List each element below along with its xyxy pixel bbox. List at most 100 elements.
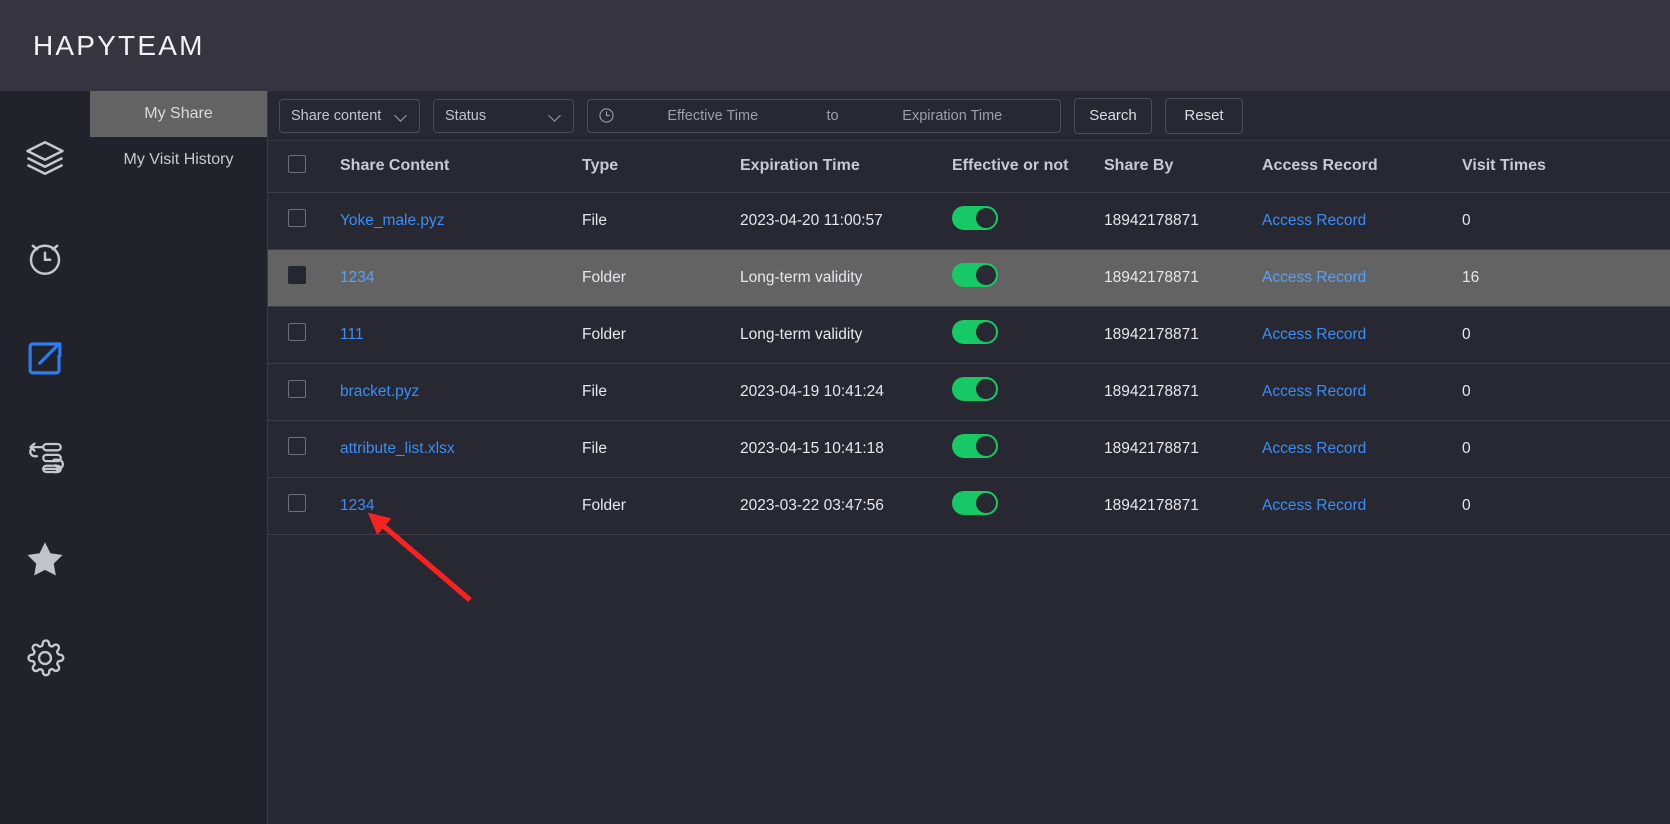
effective-toggle[interactable]: [952, 263, 998, 287]
cell-type: File: [582, 211, 607, 229]
cell-expiration-time: Long-term validity: [740, 268, 863, 286]
share-content-select-label: Share content: [291, 107, 382, 124]
row-select-cell: [268, 249, 340, 306]
expiration-time-input[interactable]: [854, 107, 1050, 124]
toggle-knob: [976, 208, 996, 228]
share-content-link[interactable]: 1234: [340, 497, 374, 514]
row-checkbox[interactable]: [288, 494, 306, 512]
access-record-link[interactable]: Access Record: [1262, 440, 1366, 457]
effective-toggle[interactable]: [952, 377, 998, 401]
table-header-row: Share Content Type Expiration Time Effec…: [268, 141, 1670, 193]
row-checkbox[interactable]: [288, 380, 306, 398]
nav-item-my-visit-history-label: My Visit History: [123, 151, 234, 168]
cell-effective-or-not: [952, 192, 1104, 249]
cell-expiration-time: Long-term validity: [740, 325, 863, 343]
access-record-link[interactable]: Access Record: [1262, 497, 1366, 514]
transfer-icon: [24, 437, 66, 479]
rail-item-share[interactable]: [0, 308, 90, 408]
toggle-knob: [976, 493, 996, 513]
rail-item-layers[interactable]: [0, 108, 90, 208]
cell-share-content: attribute_list.xlsx: [340, 420, 582, 477]
effective-toggle[interactable]: [952, 491, 998, 515]
cell-effective-or-not: [952, 249, 1104, 306]
row-select-cell: [268, 306, 340, 363]
cell-effective-or-not: [952, 420, 1104, 477]
nav-item-my-share[interactable]: My Share: [90, 91, 267, 137]
icon-rail: [0, 91, 90, 824]
alarm-clock-icon: [24, 237, 66, 279]
table-row[interactable]: 111 Folder Long-term validity 18942178871 Ac…: [268, 306, 1670, 363]
cell-access-record: Access Record: [1262, 192, 1462, 249]
share-table-head: Share Content Type Expiration Time Effec…: [268, 141, 1670, 193]
cell-visit-times: 0: [1462, 439, 1471, 457]
column-header-access-record: Access Record: [1262, 141, 1462, 193]
nav-item-my-visit-history[interactable]: My Visit History: [90, 137, 267, 183]
app-body: My Share My Visit History Share content …: [0, 91, 1670, 824]
access-record-link[interactable]: Access Record: [1262, 326, 1366, 343]
share-table-container: Share Content Type Expiration Time Effec…: [268, 141, 1670, 824]
share-content-link[interactable]: Yoke_male.pyz: [340, 212, 445, 229]
row-checkbox[interactable]: [288, 323, 306, 341]
effective-time-input[interactable]: [615, 107, 811, 124]
gear-icon: [24, 637, 66, 679]
main-panel: Share content Status to: [268, 91, 1670, 824]
table-row[interactable]: bracket.pyz File 2023-04-19 10:41:24 189421…: [268, 363, 1670, 420]
date-range-separator: to: [826, 107, 839, 124]
cell-share-content: 111: [340, 306, 582, 363]
share-content-link[interactable]: 1234: [340, 269, 374, 286]
table-row[interactable]: 1234 Folder 2023-03-22 03:47:56 18942178871…: [268, 477, 1670, 534]
effective-toggle[interactable]: [952, 434, 998, 458]
search-button[interactable]: Search: [1074, 97, 1152, 134]
effective-toggle[interactable]: [952, 206, 998, 230]
table-row[interactable]: 1234 Folder Long-term validity 18942178871 A…: [268, 249, 1670, 306]
row-select-cell: [268, 363, 340, 420]
select-all-header: [268, 141, 340, 193]
app-header: HAPYTEAM: [0, 0, 1670, 91]
column-header-expiration-time: Expiration Time: [740, 141, 952, 193]
app-root: HAPYTEAM My Share My Visit History Share…: [0, 0, 1670, 824]
rail-item-favorites[interactable]: [0, 508, 90, 608]
rail-item-recent[interactable]: [0, 208, 90, 308]
row-select-cell: [268, 420, 340, 477]
cell-expiration-time: 2023-04-20 11:00:57: [740, 211, 883, 229]
rail-item-settings[interactable]: [0, 608, 90, 708]
layers-icon: [24, 137, 66, 179]
date-range-picker[interactable]: to: [587, 98, 1061, 133]
share-table: Share Content Type Expiration Time Effec…: [268, 141, 1670, 535]
toggle-knob: [976, 265, 996, 285]
cell-type: Folder: [582, 268, 626, 286]
access-record-link[interactable]: Access Record: [1262, 383, 1366, 400]
share-table-body: Yoke_male.pyz File 2023-04-20 11:00:57 1894…: [268, 192, 1670, 534]
cell-type: File: [582, 382, 607, 400]
cell-share-content: Yoke_male.pyz: [340, 192, 582, 249]
status-select-label: Status: [445, 107, 487, 124]
share-content-link[interactable]: 111: [340, 326, 364, 343]
status-select[interactable]: Status: [433, 98, 574, 133]
row-checkbox[interactable]: [288, 266, 306, 284]
share-content-link[interactable]: bracket.pyz: [340, 383, 419, 400]
secondary-nav: My Share My Visit History: [90, 91, 268, 824]
cell-visit-times: 16: [1462, 268, 1480, 286]
cell-visit-times: 0: [1462, 211, 1471, 229]
reset-button[interactable]: Reset: [1165, 97, 1243, 134]
rail-item-transfer[interactable]: [0, 408, 90, 508]
cell-expiration-time: 2023-03-22 03:47:56: [740, 496, 884, 514]
table-row[interactable]: attribute_list.xlsx File 2023-04-15 10:41:…: [268, 420, 1670, 477]
cell-share-content: 1234: [340, 477, 582, 534]
clock-icon: [598, 107, 615, 124]
column-header-type: Type: [582, 141, 740, 193]
effective-toggle[interactable]: [952, 320, 998, 344]
cell-share-by: 18942178871: [1104, 439, 1199, 457]
toggle-knob: [976, 322, 996, 342]
cell-visit-times: 0: [1462, 325, 1471, 343]
share-content-select[interactable]: Share content: [279, 98, 420, 133]
cell-effective-or-not: [952, 477, 1104, 534]
select-all-checkbox[interactable]: [288, 154, 306, 173]
row-checkbox[interactable]: [288, 209, 306, 227]
table-row[interactable]: Yoke_male.pyz File 2023-04-20 11:00:57 1894…: [268, 192, 1670, 249]
cell-access-record: Access Record: [1262, 249, 1462, 306]
access-record-link[interactable]: Access Record: [1262, 212, 1366, 229]
row-checkbox[interactable]: [288, 437, 306, 455]
share-content-link[interactable]: attribute_list.xlsx: [340, 440, 455, 457]
access-record-link[interactable]: Access Record: [1262, 269, 1366, 286]
